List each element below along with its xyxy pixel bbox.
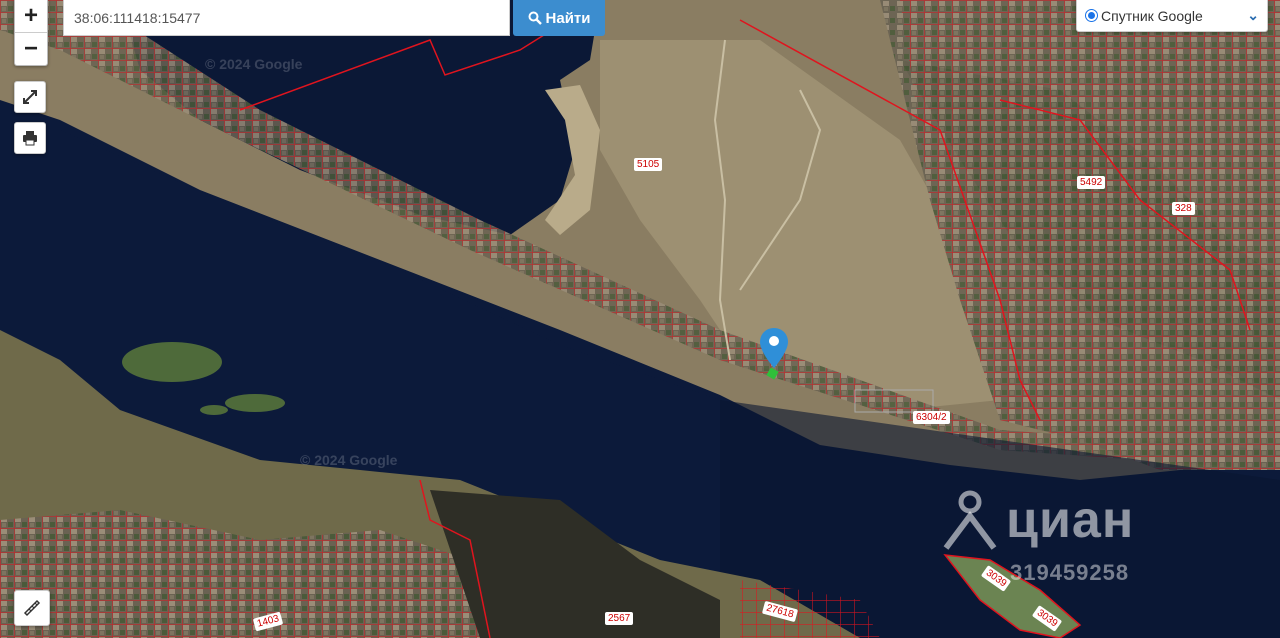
chevron-down-icon: ⌄ [1247,7,1259,23]
cadastral-search-input[interactable] [63,0,510,36]
map-layer-select[interactable]: Спутник Google ⌄ [1076,0,1268,32]
search-icon [528,11,542,25]
fullscreen-button[interactable] [14,81,46,113]
parcel-label-2567[interactable]: 2567 [605,612,634,625]
ruler-icon [23,599,41,617]
expand-icon [23,90,37,104]
zoom-control: + − [14,0,48,66]
parcel-label-5105[interactable]: 5105 [634,158,663,171]
island-large [122,342,222,382]
island-small-1 [225,394,285,412]
island-small-2 [200,405,228,415]
parcel-label-328[interactable]: 328 [1172,202,1195,215]
find-button[interactable]: Найти [513,0,605,36]
location-marker[interactable] [760,328,788,368]
copyright-top: © 2024 Google [205,56,303,72]
radio-selected-icon [1085,9,1098,22]
ruler-button[interactable] [14,590,50,626]
watermark-id: 319459258 [1010,560,1130,585]
copyright-mid: © 2024 Google [300,452,398,468]
parcel-label-6304-2[interactable]: 6304/2 [913,411,950,424]
zoom-in-button[interactable]: + [15,0,47,32]
map-layer-label: Спутник Google [1101,7,1203,24]
cian-logo-icon [943,490,997,550]
watermark-brand: циан [1006,491,1135,549]
print-button[interactable] [14,122,46,154]
parcel-label-5492[interactable]: 5492 [1077,176,1106,189]
watermark-logo: циан [940,490,1134,550]
printer-icon [23,131,37,146]
map-pin-icon [760,328,788,368]
find-button-label: Найти [545,9,591,27]
zoom-out-button[interactable]: − [15,32,47,65]
